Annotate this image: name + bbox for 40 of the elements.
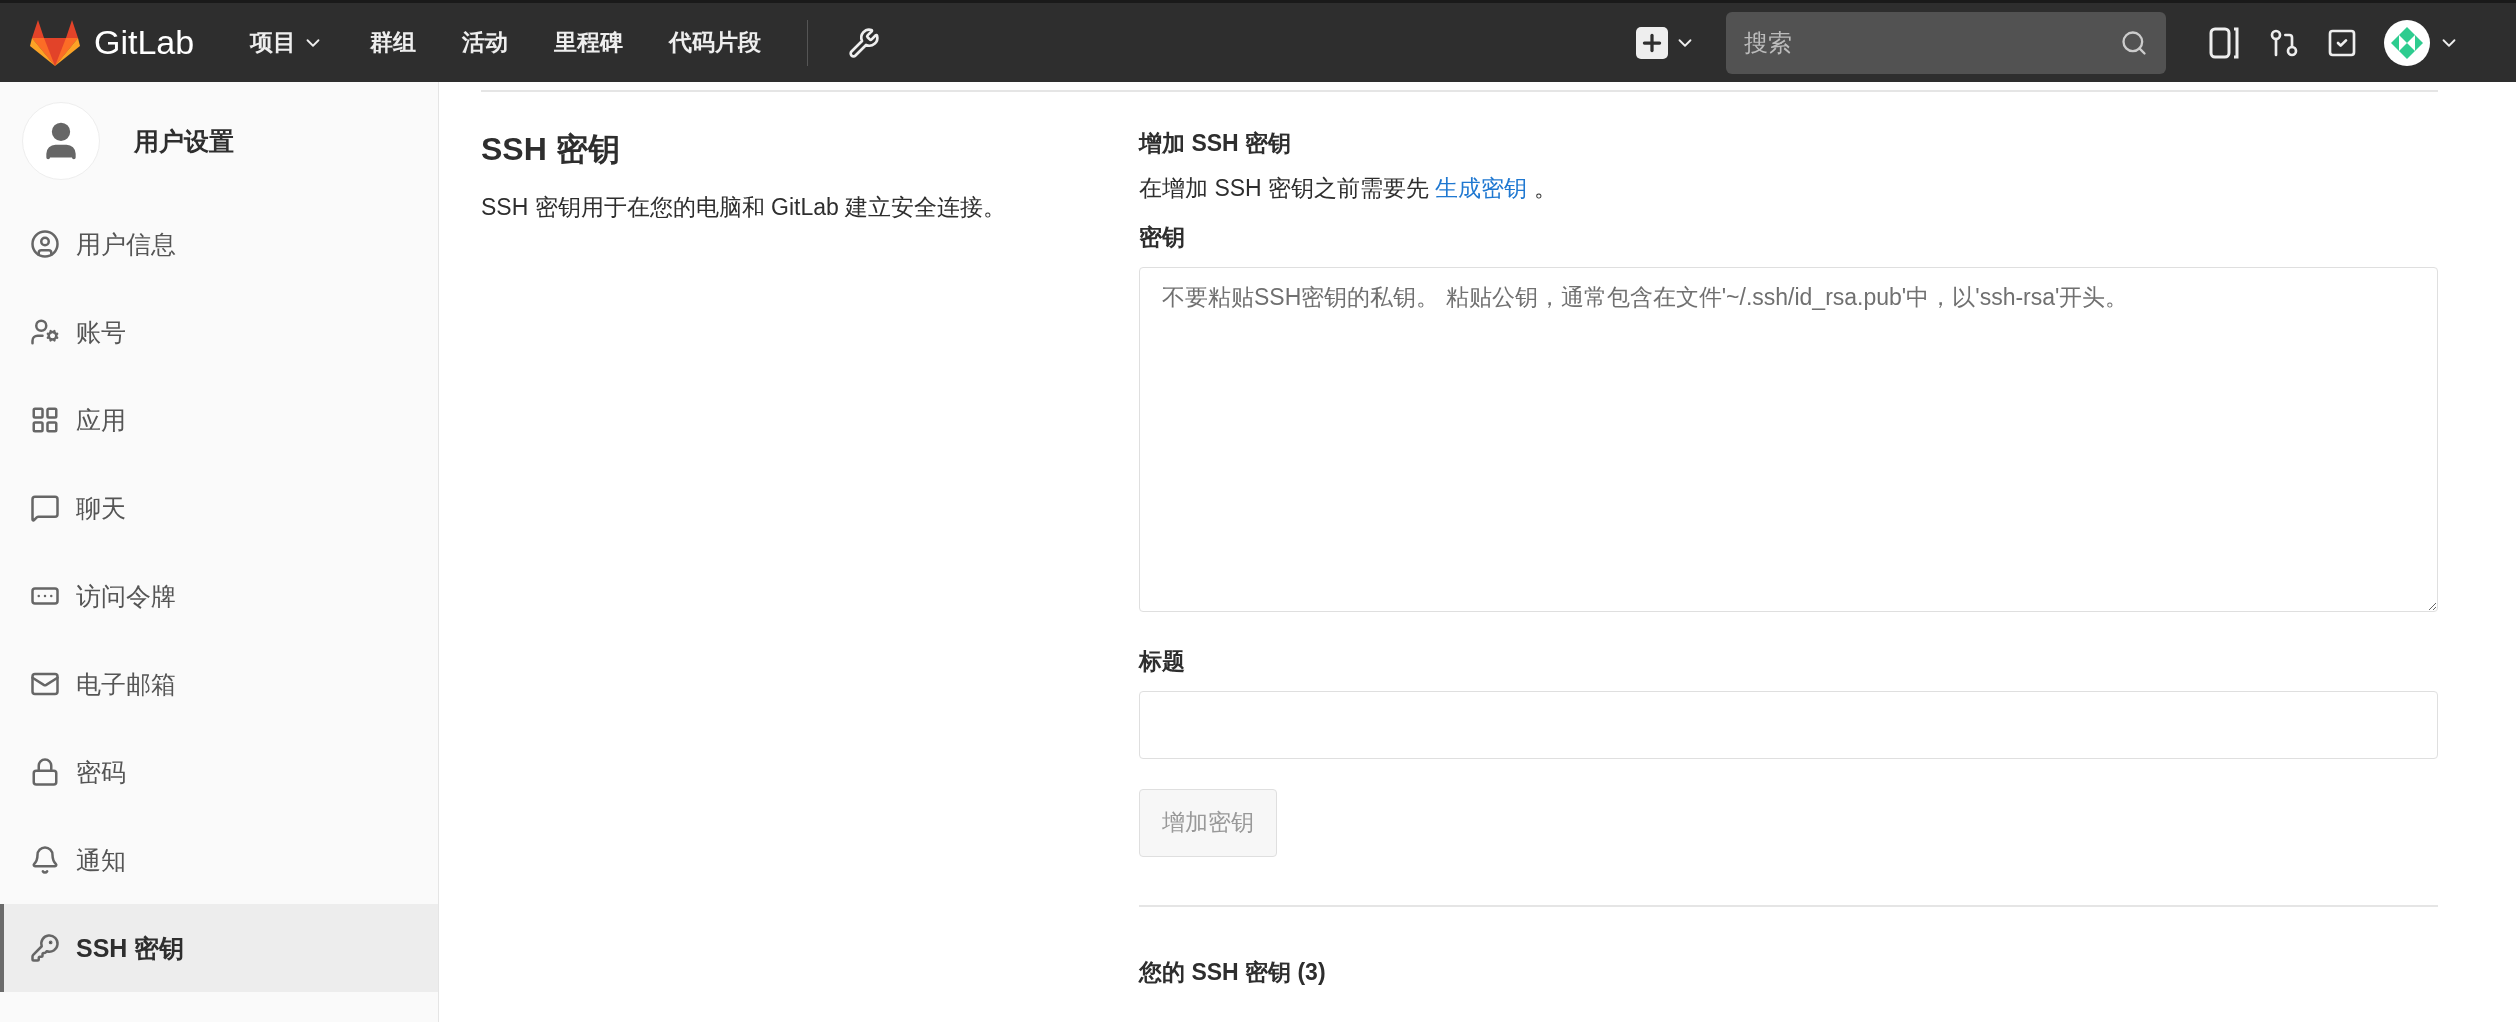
sidebar-item[interactable]: 电子邮箱 [0, 640, 438, 728]
search-icon [2120, 28, 2148, 57]
section-description: SSH 密钥用于在您的电脑和 GitLab 建立安全连接。 [481, 193, 1008, 222]
sidebar-item[interactable]: 账号 [0, 288, 438, 376]
title-input[interactable] [1139, 690, 2438, 759]
section-title: SSH 密钥 [481, 130, 621, 169]
fox-logo-icon [30, 19, 80, 66]
generate-key-link[interactable]: 生成密钥 [1435, 175, 1528, 201]
sidebar-item[interactable]: 通知 [0, 816, 438, 904]
sidebar-item[interactable]: 访问令牌 [0, 552, 438, 640]
avatar-circle[interactable] [2384, 19, 2430, 66]
keys-heading: 您的 SSH 密钥 (3) [1139, 957, 1327, 987]
grid-icon [30, 405, 60, 435]
key-textarea[interactable]: 不要粘贴SSH密钥的私钥。 粘贴公钥，通常包含在文件'~/.ssh/id_rsa.pub'中，以'ssh-rsa'开头。 [1139, 266, 2438, 612]
field-label: 密钥 [1139, 222, 1186, 252]
user-circle-icon [30, 229, 60, 259]
nav-link[interactable]: 活动 [462, 27, 509, 58]
sidebar-item[interactable]: 用户信息 [0, 200, 438, 288]
plus-square-icon[interactable] [1636, 26, 1668, 59]
sidebar-title: 用户设置 [134, 125, 234, 157]
sidebar-item[interactable]: SSH 密钥 [0, 904, 438, 992]
user-gear-icon [30, 317, 60, 347]
field-label: 标题 [1139, 646, 1186, 676]
panel-icon[interactable] [2208, 25, 2242, 60]
sidebar-item[interactable]: 聊天 [0, 464, 438, 552]
search-field[interactable]: 搜索 [1726, 11, 2166, 74]
speech-bubble-icon [30, 493, 60, 523]
nav-link[interactable]: 群组 [370, 27, 417, 58]
intro-text: 在增加 SSH 密钥之前需要先 生成密钥 。 [1139, 174, 1558, 203]
sidebar-item[interactable]: 应用 [0, 376, 438, 464]
nav-link[interactable]: 代码片段 [669, 27, 762, 58]
form-title: 增加 SSH 密钥 [1139, 129, 1293, 158]
lock-icon [30, 757, 60, 787]
nav-link[interactable]: 里程碑 [554, 27, 624, 58]
wrench-icon[interactable] [848, 26, 881, 59]
key-icon [30, 933, 60, 963]
nav-link[interactable]: 项目 [250, 27, 325, 58]
bell-icon [30, 845, 60, 875]
sidebar-item[interactable]: 密码 [0, 728, 438, 816]
brand-name[interactable]: GitLab [94, 23, 195, 62]
